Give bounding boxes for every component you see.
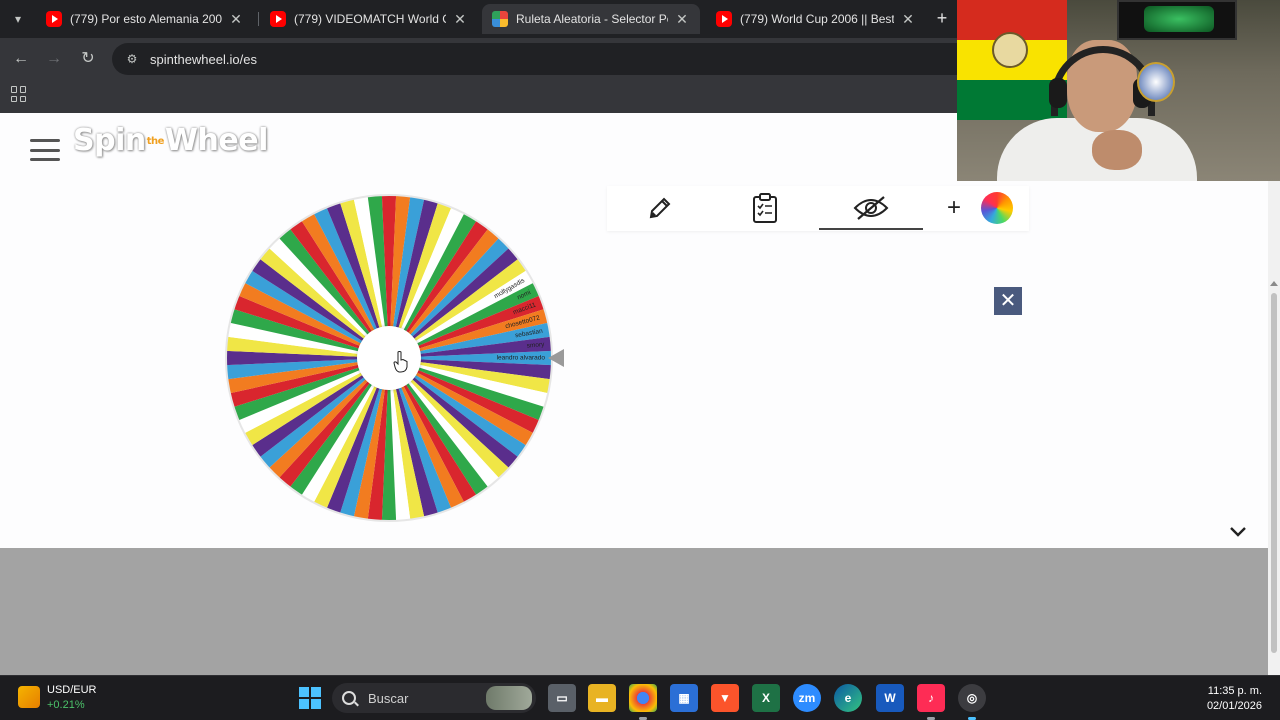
person-hand <box>1092 130 1142 170</box>
windows-taskbar: USD/EUR +0.21% Buscar ▭ ▬ ▦ ▼ X zm e W ♪… <box>0 675 1280 720</box>
ticker-name[interactable]: USD/EUR <box>47 684 97 696</box>
search-icon <box>342 691 356 705</box>
close-tab-icon[interactable]: ✕ <box>900 11 916 28</box>
tab-2[interactable]: (779) VIDEOMATCH World Cup ✕ <box>260 4 478 34</box>
new-tab-button[interactable]: + <box>932 8 952 28</box>
tab-title: (779) Por esto Alemania 2006 fu <box>70 12 222 26</box>
active-tool-underline <box>819 228 923 230</box>
windows-start-icon[interactable] <box>296 684 324 712</box>
youtube-icon <box>716 11 732 27</box>
pencil-icon[interactable] <box>640 190 680 226</box>
wheel-center-hub[interactable] <box>357 326 421 390</box>
ticker-change: +0.21% <box>47 699 85 711</box>
obs-icon[interactable]: ◎ <box>958 684 986 712</box>
color-wheel-icon[interactable] <box>981 192 1013 224</box>
search-placeholder: Buscar <box>368 690 409 706</box>
search-highlight-icon <box>486 686 532 710</box>
page-lower-area <box>0 548 1268 675</box>
store-icon[interactable]: ▦ <box>670 684 698 712</box>
tab-4[interactable]: (779) World Cup 2006 || Best M ✕ <box>706 4 926 34</box>
back-arrow-icon[interactable]: ← <box>10 48 32 70</box>
brave-icon[interactable]: ▼ <box>711 684 739 712</box>
wheel-pointer-icon <box>548 349 564 367</box>
site-settings-icon[interactable]: ⚙ <box>124 51 140 67</box>
scroll-up-arrow-icon[interactable] <box>1270 281 1278 286</box>
chevron-down-icon[interactable] <box>1228 521 1248 541</box>
excel-icon[interactable]: X <box>752 684 780 712</box>
system-clock[interactable]: 11:35 p. m. 02/01/2026 <box>1207 684 1262 714</box>
site-logo[interactable]: Spin the Wheel <box>73 123 268 163</box>
scrollbar-thumb[interactable] <box>1271 293 1277 653</box>
logo-the: the <box>146 136 165 147</box>
word-icon[interactable]: W <box>876 684 904 712</box>
clipboard-icon[interactable] <box>745 190 785 226</box>
task-view-icon[interactable]: ▭ <box>548 684 576 712</box>
tab-3-active[interactable]: Ruleta Aleatoria - Selector Perso ✕ <box>482 4 700 34</box>
fbf-badge <box>1137 62 1175 102</box>
screen: ▾ (779) Por esto Alemania 2006 fu ✕ (779… <box>0 0 1280 720</box>
tab-search-icon[interactable]: ▾ <box>6 7 30 31</box>
forward-arrow-icon[interactable]: → <box>43 48 65 70</box>
tab-divider <box>258 12 259 26</box>
clock-date: 02/01/2026 <box>1206 700 1262 712</box>
chrome-icon[interactable] <box>629 684 657 712</box>
tiktok-icon[interactable]: ♪ <box>917 684 945 712</box>
headset-ear-left <box>1049 78 1067 108</box>
url-text: spinthewheel.io/es <box>150 51 257 67</box>
logo-spin: Spin <box>73 123 146 158</box>
wheel-icon <box>492 11 508 27</box>
file-explorer-icon[interactable]: ▬ <box>588 684 616 712</box>
close-tab-icon[interactable]: ✕ <box>452 11 468 28</box>
address-bar[interactable]: ⚙ spinthewheel.io/es <box>112 43 972 75</box>
webcam-overlay <box>957 0 1280 181</box>
edge-icon[interactable]: e <box>834 684 862 712</box>
wheel-segment-label: leandro alvarado <box>497 355 546 362</box>
page-scrollbar[interactable] <box>1268 113 1280 675</box>
reload-icon[interactable]: ↻ <box>77 48 99 70</box>
tab-1[interactable]: (779) Por esto Alemania 2006 fu ✕ <box>36 4 254 34</box>
youtube-icon <box>270 11 286 27</box>
wheel-tools-bar: + <box>607 186 1029 231</box>
tab-title: Ruleta Aleatoria - Selector Perso <box>516 12 668 26</box>
tab-title: (779) World Cup 2006 || Best M <box>740 12 894 26</box>
plus-icon[interactable]: + <box>947 194 961 222</box>
close-tab-icon[interactable]: ✕ <box>228 11 244 28</box>
apps-grid-icon[interactable] <box>11 86 27 102</box>
menu-hamburger-icon[interactable] <box>30 139 60 161</box>
logo-wheel: Wheel <box>164 123 268 158</box>
clock-time: 11:35 p. m. <box>1207 685 1262 697</box>
zoom-icon[interactable]: zm <box>793 684 821 712</box>
youtube-icon <box>46 11 62 27</box>
taskbar-search[interactable]: Buscar <box>332 683 536 713</box>
spin-wheel[interactable]: leandro alvarado smory sebastian chosetto07… <box>224 193 554 523</box>
hand-cursor-icon <box>393 351 408 373</box>
ticker-icon[interactable] <box>18 686 40 708</box>
flag-crest <box>992 32 1028 68</box>
eye-slash-icon[interactable] <box>851 190 891 226</box>
tab-title: (779) VIDEOMATCH World Cup <box>294 12 446 26</box>
close-button[interactable]: ✕ <box>994 287 1022 315</box>
neon-sign <box>1117 0 1237 40</box>
close-tab-icon[interactable]: ✕ <box>674 11 690 28</box>
